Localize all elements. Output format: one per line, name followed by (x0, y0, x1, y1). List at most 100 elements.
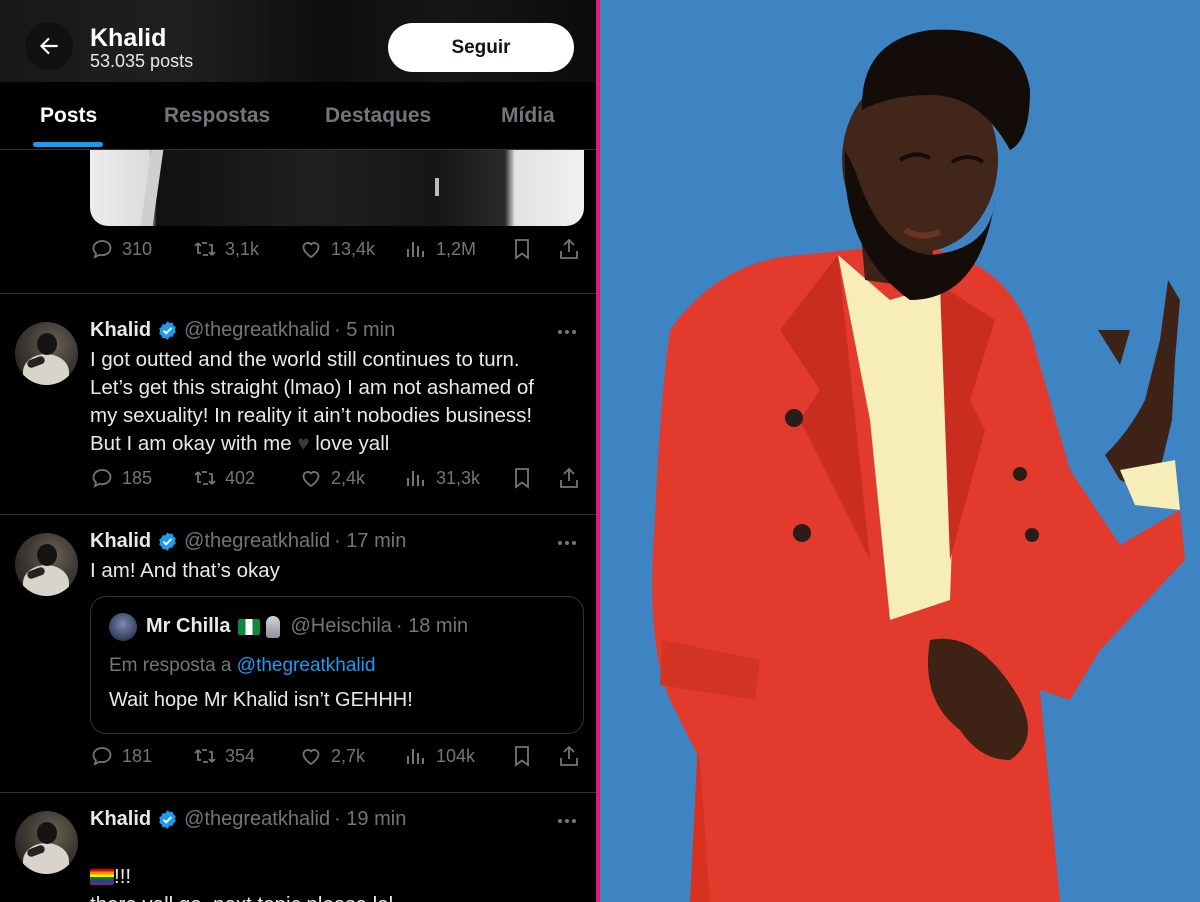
like-count: 2,4k (331, 467, 366, 488)
more-icon[interactable] (558, 819, 576, 823)
post-count: 53.035 posts (90, 51, 194, 71)
author-handle[interactable]: @thegreatkhalid (184, 808, 330, 831)
tab-replies[interactable]: Respostas (164, 104, 270, 128)
tweet-text: I am! And that’s okay (90, 559, 280, 582)
avatar[interactable] (15, 811, 78, 874)
avatar[interactable] (15, 533, 78, 596)
tweet-time: · 5 min (334, 319, 396, 341)
divider (0, 293, 596, 294)
quoted-avatar (109, 613, 137, 641)
author-name[interactable]: Khalid (90, 530, 151, 553)
bookmark-icon (515, 468, 529, 489)
author-handle[interactable]: @thegreatkhalid (184, 319, 330, 342)
like-button[interactable]: 2,4k (299, 466, 365, 490)
bookmark-button[interactable] (510, 237, 534, 261)
active-tab-indicator (33, 142, 103, 147)
quoted-tweet-time: · 18 min (395, 615, 469, 637)
repost-icon (194, 471, 216, 485)
repost-count: 3,1k (225, 238, 260, 259)
share-icon (560, 745, 578, 766)
reply-button[interactable]: 181 (90, 744, 152, 768)
share-icon (560, 467, 578, 488)
views-count: 31,3k (436, 467, 481, 488)
views-icon (407, 471, 424, 486)
like-count: 2,7k (331, 745, 366, 766)
share-button[interactable] (557, 466, 581, 490)
quoted-author-handle: @Heischila (290, 615, 392, 637)
views-button[interactable]: 104k (404, 744, 475, 768)
microphone-emoji (266, 615, 281, 638)
tweet-actions: 185 402 2,4k 31,3k (90, 466, 584, 496)
tweet-text: I got outted and the world still continu… (90, 348, 535, 455)
bookmark-icon (515, 746, 529, 767)
views-icon (407, 749, 424, 764)
author-name[interactable]: Khalid (90, 808, 151, 831)
tweet-media-image[interactable] (90, 150, 584, 226)
repost-count: 402 (225, 467, 256, 488)
profile-tabs: Posts Respostas Destaques Mídia (0, 82, 596, 150)
profile-header: Khalid 53.035 posts Seguir (0, 0, 596, 82)
tab-highlights[interactable]: Destaques (325, 104, 431, 128)
reply-count: 185 (122, 467, 153, 488)
more-icon[interactable] (558, 330, 576, 334)
tab-media[interactable]: Mídia (501, 104, 555, 128)
quoted-tweet-text: Wait hope Mr Khalid isn’t GEHHH! (109, 689, 413, 711)
repost-button[interactable]: 354 (193, 744, 255, 768)
portrait-illustration (600, 0, 1200, 902)
tweet-text: !!!there yall go. next topic please lol (90, 835, 580, 902)
reply-count: 310 (122, 238, 153, 259)
views-button[interactable]: 31,3k (404, 466, 480, 490)
like-icon (302, 749, 320, 766)
quoted-author-name: Mr Chilla (146, 615, 231, 637)
tab-posts[interactable]: Posts (40, 104, 97, 128)
repost-icon (194, 242, 216, 256)
like-button[interactable]: 13,4k (299, 237, 375, 261)
profile-name: Khalid (90, 24, 167, 52)
views-icon (407, 242, 424, 257)
reply-button[interactable]: 310 (90, 237, 152, 261)
reply-count: 181 (122, 745, 153, 766)
tweet-actions: 181 354 2,7k 104k (90, 744, 584, 774)
avatar[interactable] (15, 322, 78, 385)
back-button[interactable] (25, 22, 73, 70)
tweet-header: Khalid @thegreatkhalid · 19 min (90, 808, 406, 831)
share-button[interactable] (557, 744, 581, 768)
share-icon (560, 238, 578, 259)
tweet-time: · 17 min (334, 530, 407, 552)
quoted-tweet[interactable]: Mr Chilla @Heischila · 18 min Em respost… (90, 596, 584, 734)
x-app-screenshot: Khalid 53.035 posts Seguir Posts Respost… (0, 0, 596, 902)
views-button[interactable]: 1,2M (404, 237, 476, 261)
reply-icon (92, 747, 112, 766)
more-icon[interactable] (558, 541, 576, 545)
verified-badge-icon (159, 810, 176, 829)
mention-link[interactable]: @thegreatkhalid (237, 655, 376, 676)
divider (0, 792, 596, 793)
bookmark-icon (515, 239, 529, 260)
like-icon (302, 242, 320, 259)
photo-man-in-red-suit (600, 0, 1200, 902)
tweet-header: Khalid @thegreatkhalid · 17 min (90, 530, 406, 553)
views-count: 1,2M (436, 238, 477, 259)
repost-button[interactable]: 3,1k (193, 237, 259, 261)
like-icon (302, 471, 320, 488)
repost-icon (194, 749, 216, 763)
tweet-header: Khalid @thegreatkhalid · 5 min (90, 319, 395, 342)
like-button[interactable]: 2,7k (299, 744, 365, 768)
share-button[interactable] (557, 237, 581, 261)
author-name[interactable]: Khalid (90, 319, 151, 342)
back-arrow-icon (39, 37, 58, 55)
repost-button[interactable]: 402 (193, 466, 255, 490)
verified-badge-icon (159, 321, 176, 340)
reply-icon (92, 240, 112, 259)
reply-button[interactable]: 185 (90, 466, 152, 490)
bookmark-button[interactable] (510, 744, 534, 768)
views-count: 104k (436, 745, 476, 766)
bookmark-button[interactable] (510, 466, 534, 490)
nigeria-flag-emoji (238, 618, 261, 635)
author-handle[interactable]: @thegreatkhalid (184, 530, 330, 553)
divider (0, 514, 596, 515)
follow-button[interactable]: Seguir (388, 23, 574, 72)
reply-context: Em resposta a @thegreatkhalid (109, 655, 376, 676)
repost-count: 354 (225, 745, 256, 766)
black-heart-emoji: ♥ (297, 432, 310, 455)
